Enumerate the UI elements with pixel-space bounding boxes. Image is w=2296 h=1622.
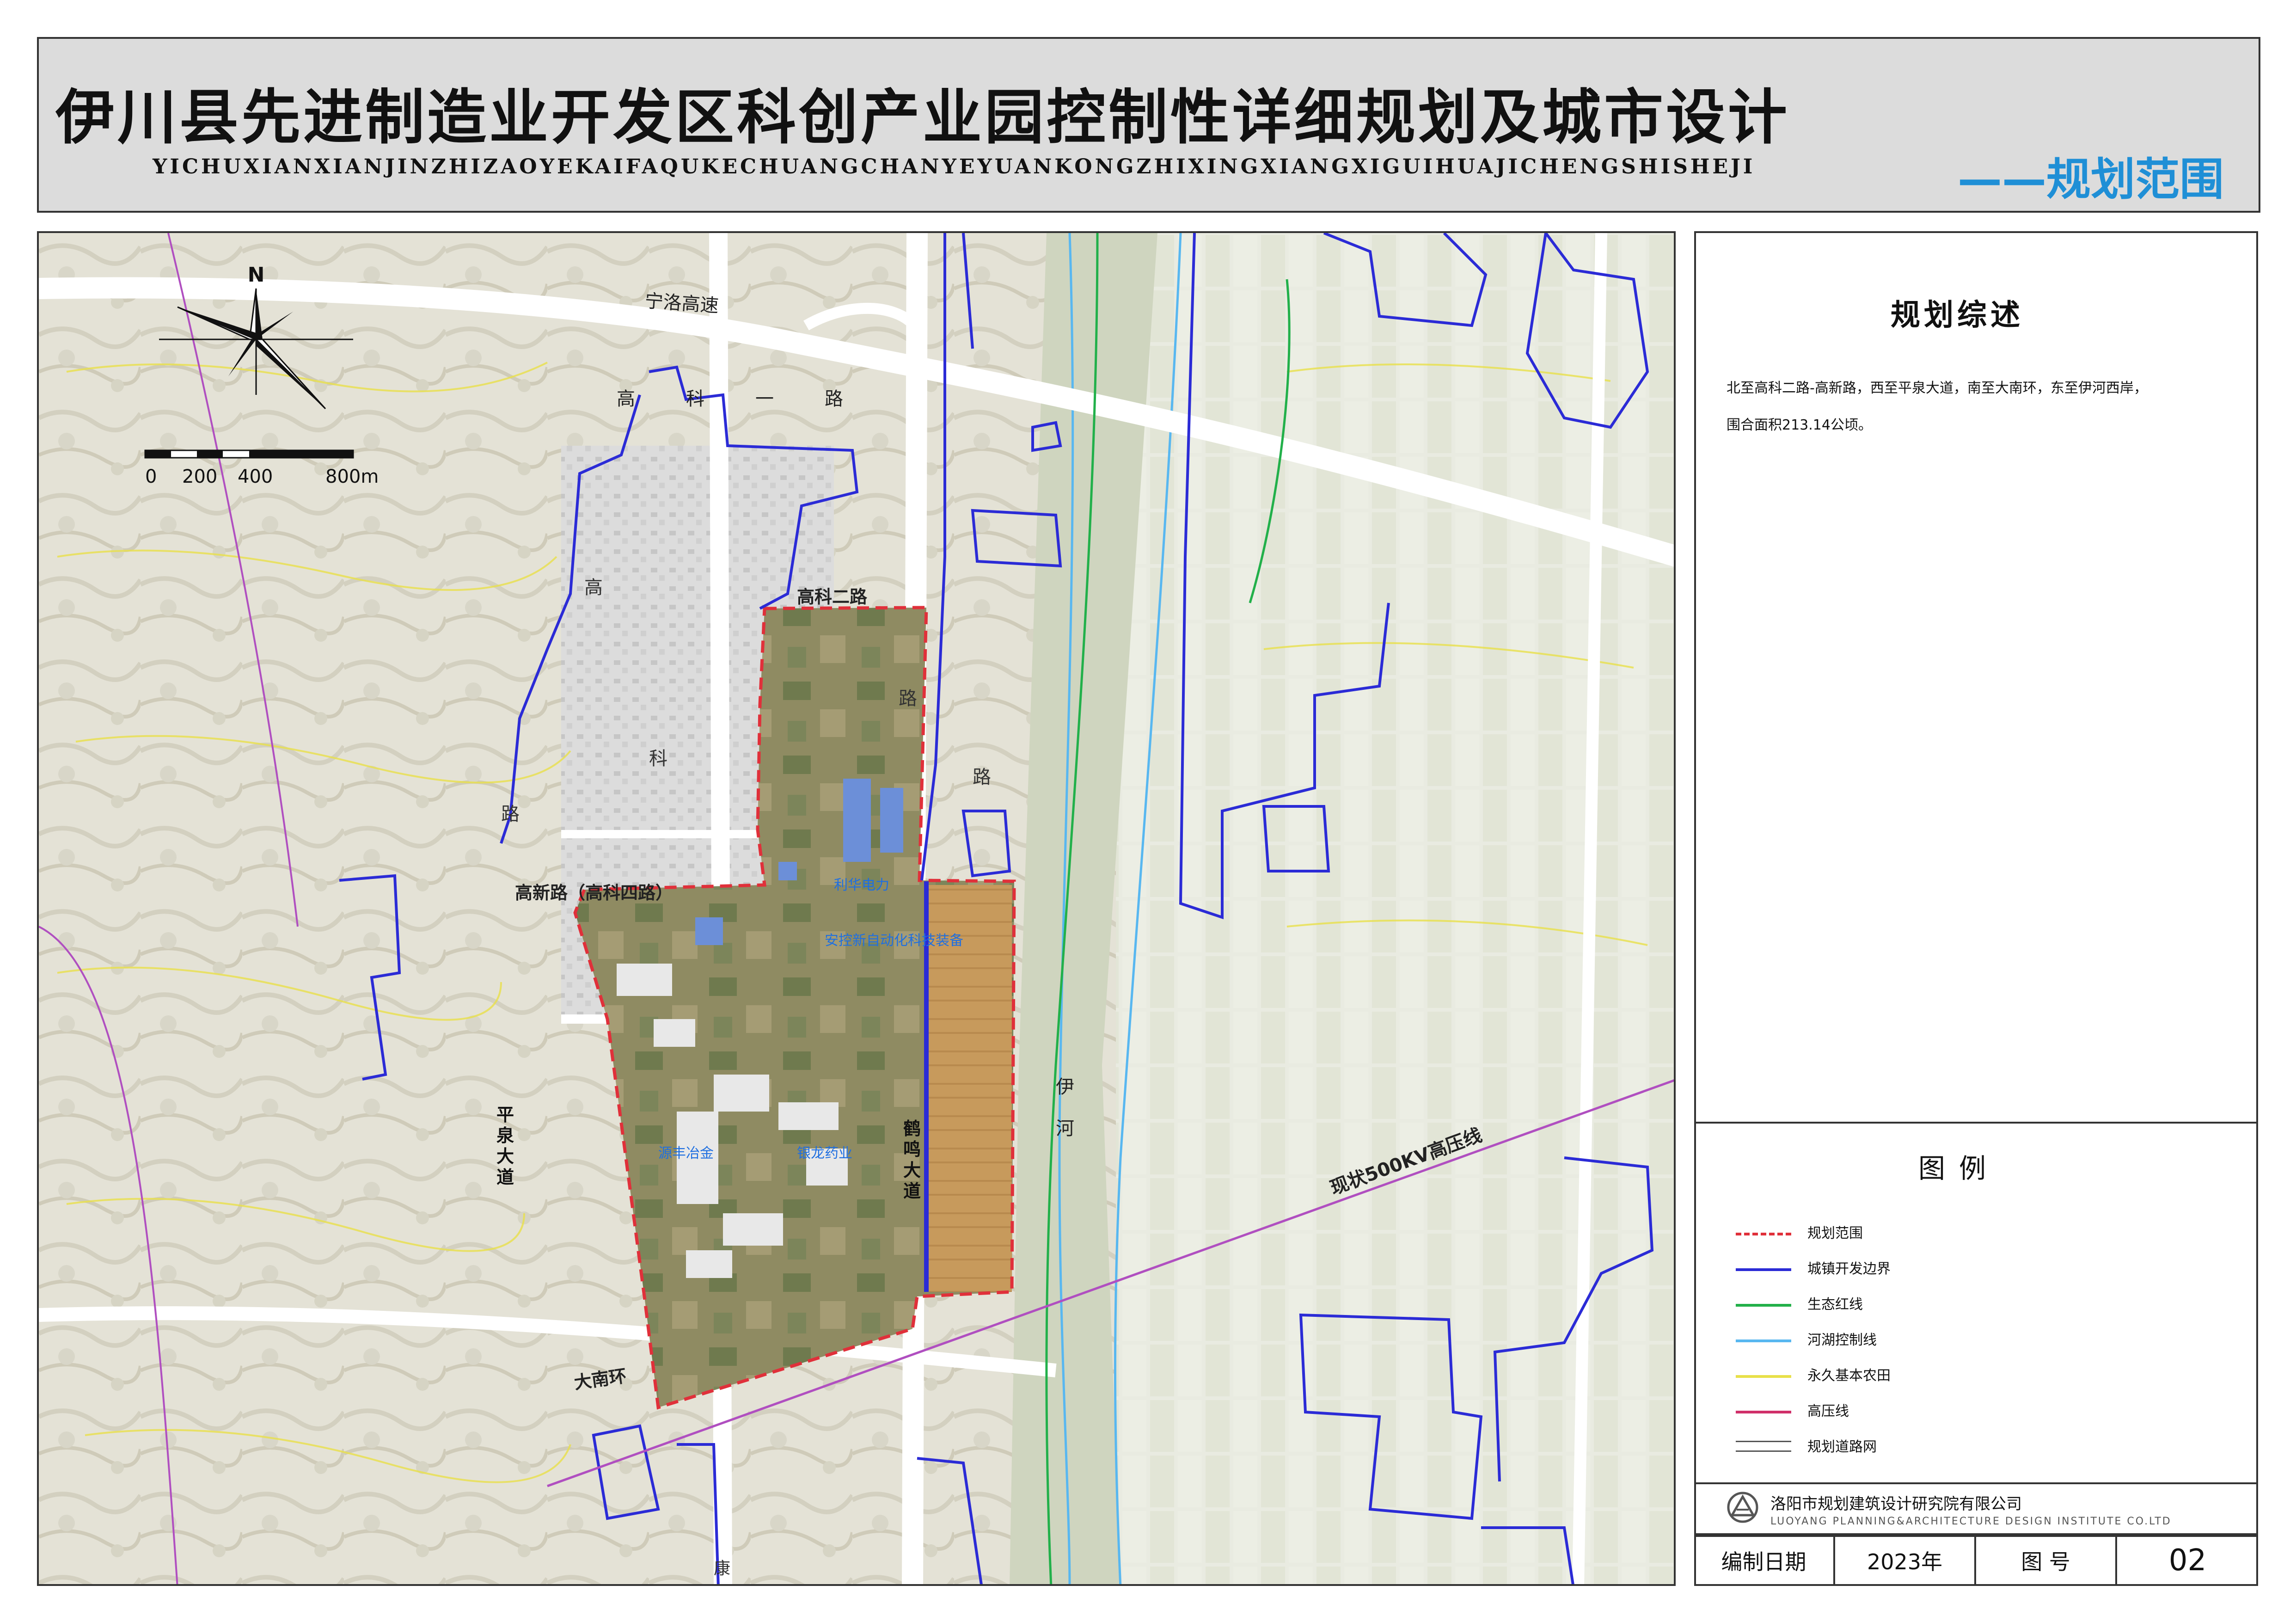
label-henming-1: 鹤 (903, 1118, 921, 1139)
north-label: N (248, 263, 265, 287)
legend-item-eco-redline: 生态红线 (1736, 1292, 2106, 1320)
river-char-2: 河 (1056, 1118, 1074, 1139)
label-kang: 康 (714, 1559, 730, 1578)
label-pingquan-2: 泉 (496, 1125, 514, 1146)
legend-label: 规划范围 (1807, 1225, 1863, 1241)
legend-label: 规划道路网 (1807, 1439, 1877, 1455)
date-label: 编制日期 (1694, 1535, 1835, 1586)
legend-label: 永久基本农田 (1807, 1368, 1891, 1384)
overview-line-1: 北至高科二路-高新路，西至平泉大道，南至大南环，东至伊河西岸， (1727, 380, 2148, 396)
legend-item-farmland: 永久基本农田 (1736, 1363, 2106, 1391)
overview-panel (1694, 231, 2258, 1124)
label-longfeng: 银龙药业 (797, 1145, 852, 1161)
satellite-map[interactable]: N 0 200 400 800m 宁洛高速 高科一路 高科二路 高新路（高科四路… (39, 233, 1676, 1586)
label-gaoxin: 高新路（高科四路） (515, 883, 673, 903)
label-pingquan-4: 道 (496, 1167, 514, 1187)
label-yuanfeng: 源丰冶金 (658, 1145, 714, 1161)
label-gao: 高 (584, 577, 603, 598)
legend-item-planning-boundary: 规划范围 (1736, 1221, 2106, 1248)
legend-label: 城镇开发边界 (1807, 1261, 1891, 1277)
date-value: 2023年 (1835, 1535, 1976, 1586)
organization-name-en: LUOYANG PLANNING&ARCHITECTURE DESIGN INS… (1770, 1516, 2172, 1527)
legend-item-powerline: 高压线 (1736, 1399, 2106, 1426)
legend-label: 河湖控制线 (1807, 1332, 1877, 1348)
legend-item-road-network: 规划道路网 (1736, 1434, 2106, 1462)
scale-label-0: 0 (145, 466, 157, 487)
label-pingquan-1: 平 (496, 1105, 514, 1125)
page-title: 伊川县先进制造业开发区科创产业园控制性详细规划及城市设计 (55, 83, 1790, 152)
legend-swatch (1736, 1375, 1791, 1378)
legend-label: 高压线 (1807, 1403, 1849, 1419)
sheet-number-label: 图 号 (1976, 1535, 2117, 1586)
sheet-name: ——规划范围 (1958, 154, 2224, 205)
legend-swatch (1736, 1441, 1791, 1452)
organization-name: 洛阳市规划建筑设计研究院有限公司 (1770, 1495, 2022, 1513)
label-lihua: 利华电力 (834, 877, 889, 893)
legend-swatch (1736, 1268, 1791, 1271)
legend-swatch (1736, 1339, 1791, 1342)
label-road-east-2: 路 (973, 767, 991, 788)
label-gaoke-yi: 高科一路 (617, 388, 894, 410)
page-subtitle-pinyin: YICHUXIANXIANJINZHIZAOYEKAIFAQUKECHUANGC… (153, 155, 1756, 178)
sheet-number-value: 02 (2168, 1543, 2207, 1578)
overview-title: 规划综述 (1891, 298, 2024, 332)
label-ke: 科 (649, 748, 667, 769)
label-pingquan-3: 大 (496, 1146, 514, 1167)
label-henming-2: 鸣 (903, 1139, 921, 1160)
legend-item-urban-boundary: 城镇开发边界 (1736, 1256, 2106, 1284)
legend-swatch (1736, 1411, 1791, 1413)
label-henming-4: 道 (903, 1181, 921, 1201)
label-anchi: 安控新自动化科技装备 (825, 933, 963, 949)
overview-text: 北至高科二路-高新路，西至平泉大道，南至大南环，东至伊河西岸， 围合面积213.… (1727, 370, 2235, 444)
legend-title: 图例 (1918, 1153, 2000, 1184)
legend-label: 生态红线 (1807, 1296, 1863, 1313)
label-gaoke-er: 高科二路 (797, 587, 868, 607)
map-panel[interactable]: N 0 200 400 800m 宁洛高速 高科一路 高科二路 高新路（高科四路… (37, 231, 1676, 1586)
label-henming-3: 大 (903, 1160, 921, 1180)
label-road-west: 路 (501, 804, 520, 825)
river-char-1: 伊 (1056, 1076, 1074, 1098)
label-road-east: 路 (899, 688, 917, 709)
legend-swatch (1736, 1304, 1791, 1307)
scale-label-200: 200 (182, 466, 217, 487)
scale-label-800m: 800m (325, 466, 379, 487)
legend-item-river-control: 河湖控制线 (1736, 1327, 2106, 1355)
legend-swatch (1736, 1233, 1791, 1235)
scale-label-400: 400 (238, 466, 273, 487)
overview-line-2: 围合面积213.14公顷。 (1727, 417, 1872, 433)
institute-logo-icon (1727, 1492, 1758, 1523)
